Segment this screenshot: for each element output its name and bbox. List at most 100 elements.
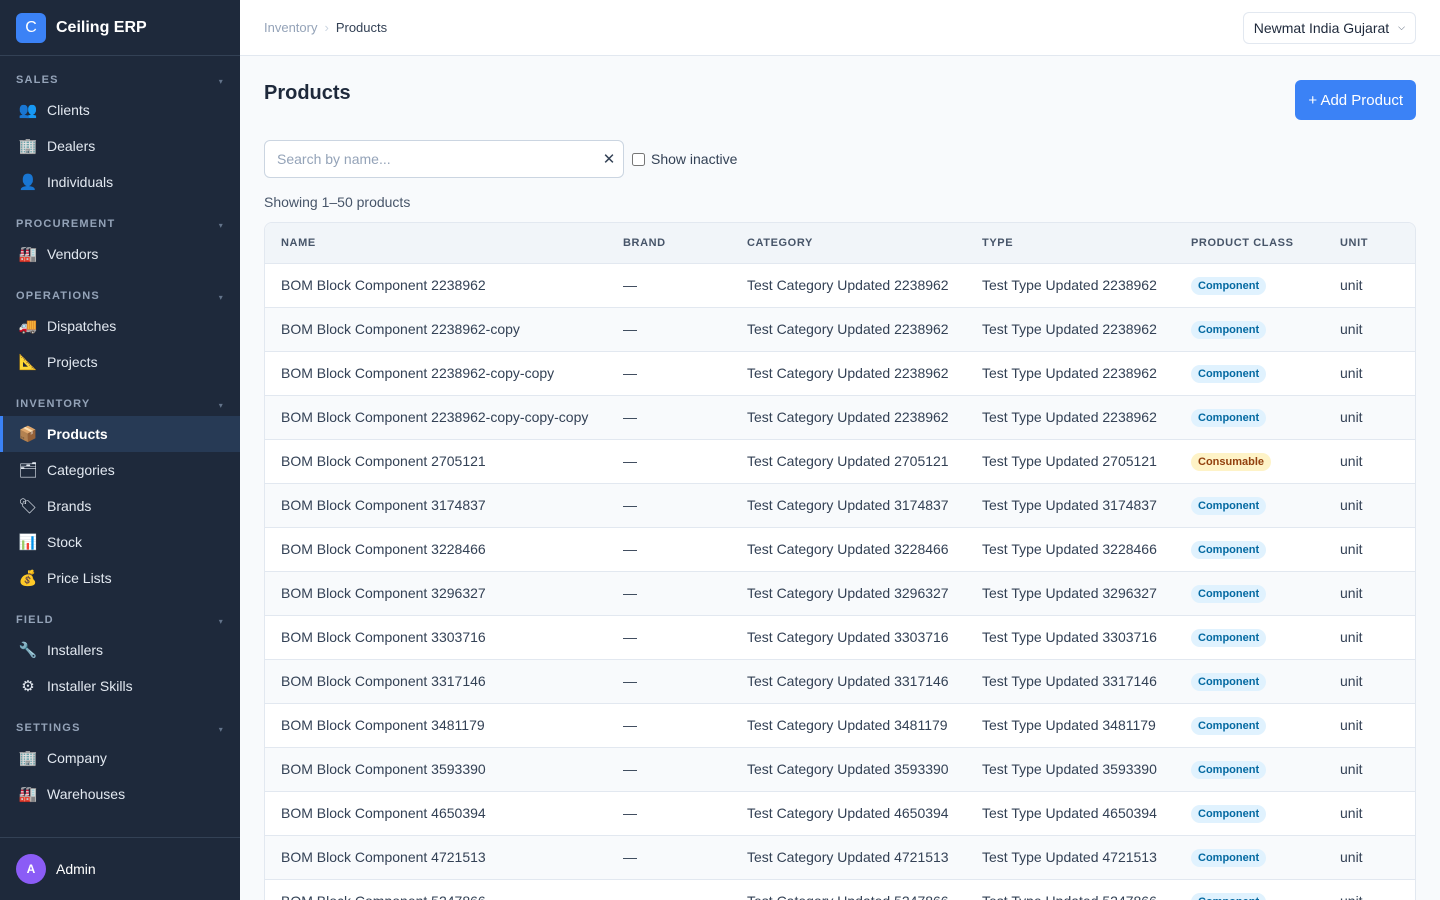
name-cell: BOM Block Component 2238962 [265, 263, 607, 308]
brand[interactable]: C Ceiling ERP [0, 0, 240, 56]
type-cell: Test Type Updated 2238962 [966, 307, 1175, 352]
table-row[interactable]: BOM Block Component 3228466— Test Categor… [265, 527, 1415, 572]
unit-cell: unit [1324, 571, 1415, 616]
sidebar-section-inventory[interactable]: INVENTORY ▾ [0, 380, 240, 416]
main-content: Products + Add Product ✕ Show inactive S… [240, 56, 1440, 900]
unit-cell: unit [1324, 659, 1415, 704]
sidebar-item-brands[interactable]: 🏷 Brands [0, 488, 240, 524]
sidebar-item-categories[interactable]: 🗂 Categories [0, 452, 240, 488]
app-logo: C [16, 12, 46, 43]
show-inactive-toggle[interactable]: Show inactive [632, 140, 737, 178]
sidebar-item-dispatches[interactable]: 🚚 Dispatches [0, 308, 240, 344]
type-cell: Test Type Updated 3303716 [966, 615, 1175, 660]
name-cell: BOM Block Component 4721513 [265, 835, 607, 880]
sidebar-section-procurement[interactable]: PROCUREMENT ▾ [0, 200, 240, 236]
table-row[interactable]: BOM Block Component 3296327— Test Categor… [265, 571, 1415, 616]
product-class-cell: Component [1175, 351, 1324, 396]
warehouses-icon: 🏭 [18, 786, 38, 803]
brand-cell: — [607, 659, 731, 704]
column-header-type[interactable]: TYPE [966, 223, 1175, 264]
installer-skills-icon: ⚙ [21, 678, 35, 695]
column-header-name[interactable]: NAME [265, 223, 607, 264]
table-row[interactable]: BOM Block Component 3481179— Test Categor… [265, 703, 1415, 748]
column-header-unit[interactable]: UNIT [1324, 223, 1415, 264]
sidebar-section-field[interactable]: FIELD ▾ [0, 596, 240, 632]
unit-cell: unit [1324, 483, 1415, 528]
sidebar-section-title: FIELD [16, 614, 54, 626]
search-input[interactable] [265, 141, 595, 177]
products-table: NAME BRAND CATEGORY TYPE PRODUCT CLASS UNIT B… [264, 222, 1416, 900]
product-class-badge: Component [1191, 584, 1267, 603]
product-class-cell: Component [1175, 791, 1324, 836]
add-product-button[interactable]: + Add Product [1295, 80, 1416, 120]
table-row[interactable]: BOM Block Component 2238962-copy — Test Ca… [265, 307, 1415, 352]
table-row[interactable]: BOM Block Component 2238962-copy-copy — Te… [265, 351, 1415, 396]
product-class-cell: Component [1175, 747, 1324, 792]
individuals-icon: 👤 [18, 174, 38, 191]
sidebar-section-title: SETTINGS [16, 722, 81, 734]
product-class-cell: Component [1175, 395, 1324, 440]
product-class-badge: Component [1191, 320, 1267, 339]
sidebar-item-vendors[interactable]: 🏭 Vendors [0, 236, 240, 272]
type-cell: Test Type Updated 2705121 [966, 439, 1175, 484]
chevron-down-icon: ▾ [218, 221, 224, 230]
table-row[interactable]: BOM Block Component 2238962-copy-copy-co… [265, 395, 1415, 440]
table-row[interactable]: BOM Block Component 4650394— Test Categor… [265, 791, 1415, 836]
chevron-down-icon: ⌵ [1398, 22, 1405, 32]
unit-cell: unit [1324, 307, 1415, 352]
sidebar-item-clients[interactable]: 👥 Clients [0, 92, 240, 128]
close-icon[interactable]: ✕ [595, 150, 623, 168]
avatar: A [16, 854, 46, 884]
sidebar-item-individuals[interactable]: 👤 Individuals [0, 164, 240, 200]
column-header-category[interactable]: CATEGORY [731, 223, 966, 264]
sidebar-item-warehouses[interactable]: 🏭 Warehouses [0, 776, 240, 812]
column-header-product-class[interactable]: PRODUCT CLASS [1175, 223, 1324, 264]
clients-icon: 👥 [18, 102, 38, 119]
sidebar-item-installer-skills[interactable]: ⚙ Installer Skills [0, 668, 240, 704]
sidebar-item-label: Installers [47, 642, 104, 658]
show-inactive-checkbox[interactable] [632, 152, 645, 166]
name-cell: BOM Block Component 3593390 [265, 747, 607, 792]
type-cell: Test Type Updated 3317146 [966, 659, 1175, 704]
breadcrumb-parent[interactable]: Inventory [264, 20, 317, 35]
table-row[interactable]: BOM Block Component 3317146— Test Categor… [265, 659, 1415, 704]
name-cell: BOM Block Component 2705121 [265, 439, 607, 484]
dispatches-icon: 🚚 [18, 318, 38, 335]
company-select[interactable]: Newmat India Gujarat ⌵ [1242, 11, 1416, 44]
column-header-brand[interactable]: BRAND [607, 223, 731, 264]
brand-cell: — [607, 483, 731, 528]
sidebar-item-price-lists[interactable]: 💰 Price Lists [0, 560, 240, 596]
name-cell: BOM Block Component 3317146 [265, 659, 607, 704]
table-row[interactable]: BOM Block Component 2705121— Test Categor… [265, 439, 1415, 484]
product-class-cell: Component [1175, 483, 1324, 528]
sidebar-item-installers[interactable]: 🔧 Installers [0, 632, 240, 668]
user-menu[interactable]: A Admin [0, 837, 240, 900]
sidebar-section-settings[interactable]: SETTINGS ▾ [0, 704, 240, 740]
table-row[interactable]: BOM Block Component 3174837— Test Categor… [265, 483, 1415, 528]
category-cell: Test Category Updated 3228466 [731, 527, 966, 572]
product-class-badge: Component [1191, 276, 1267, 295]
sidebar-item-projects[interactable]: 📐 Projects [0, 344, 240, 380]
sidebar-item-label: Warehouses [47, 786, 126, 802]
sidebar-item-company[interactable]: 🏢 Company [0, 740, 240, 776]
sidebar-item-products[interactable]: 📦 Products [0, 416, 240, 452]
breadcrumb-separator: › [324, 20, 329, 35]
sidebar-item-label: Vendors [47, 246, 99, 262]
brand-cell: — [607, 351, 731, 396]
type-cell: Test Type Updated 3481179 [966, 703, 1175, 748]
table-row[interactable]: BOM Block Component 2238962— Test Categor… [265, 263, 1415, 308]
product-class-badge: Component [1191, 804, 1267, 823]
sidebar-item-stock[interactable]: 📊 Stock [0, 524, 240, 560]
table-row[interactable]: BOM Block Component 5247866—Test Categor… [265, 879, 1415, 900]
sidebar: C Ceiling ERP SALES ▾ 👥 Clients 🏢 Dealers 👤 Ind… [0, 0, 240, 900]
sidebar-item-dealers[interactable]: 🏢 Dealers [0, 128, 240, 164]
name-cell: BOM Block Component 4650394 [265, 791, 607, 836]
table-row[interactable]: BOM Block Component 4721513— Test Categor… [265, 835, 1415, 880]
table-row[interactable]: BOM Block Component 3593390— Test Categor… [265, 747, 1415, 792]
sidebar-section-operations[interactable]: OPERATIONS ▾ [0, 272, 240, 308]
table-row[interactable]: BOM Block Component 3303716— Test Categor… [265, 615, 1415, 660]
sidebar-section-sales[interactable]: SALES ▾ [0, 56, 240, 92]
sidebar-item-label: Products [47, 426, 108, 442]
company-icon: 🏢 [18, 750, 38, 767]
table-body: BOM Block Component 2238962— Test Categor… [265, 263, 1415, 900]
